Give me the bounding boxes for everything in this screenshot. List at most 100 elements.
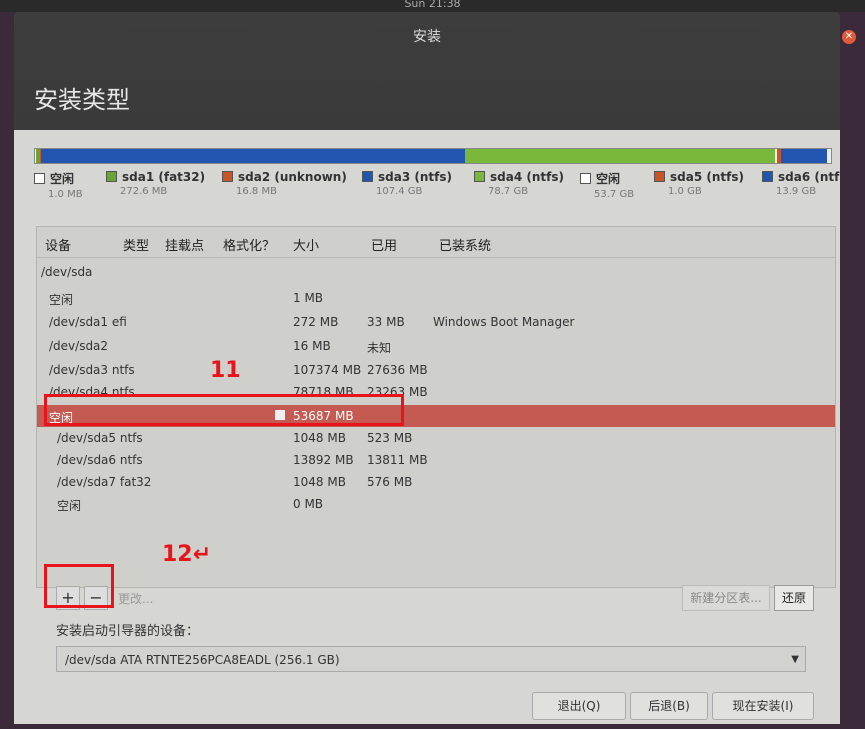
legend-size: 107.4 GB: [376, 186, 423, 197]
annotation-label-12: 12↵: [162, 542, 212, 567]
cell-used: 13811 MB: [367, 453, 428, 467]
new-partition-table-button[interactable]: 新建分区表...: [682, 585, 770, 611]
cell-device-name: /dev/sda1: [49, 315, 109, 329]
legend-size: 53.7 GB: [594, 189, 635, 200]
header-system[interactable]: 已装系统: [439, 235, 491, 254]
cell-size: 0 MB: [293, 497, 324, 511]
cell-type: ntfs: [119, 453, 143, 467]
legend-item: sda6 (ntf 13.9 GB: [762, 170, 839, 197]
chevron-down-icon: ▼: [791, 654, 799, 665]
cell-type: ntfs: [111, 363, 135, 377]
disk-usage-bar: [34, 148, 832, 164]
cell-used: 未知: [367, 341, 392, 355]
table-row[interactable]: /dev/sda1 efi 272 MB 33 MB Windows Boot Man…: [37, 311, 835, 333]
table-row[interactable]: 空闲 1 MB: [37, 287, 835, 309]
revert-button[interactable]: 还原: [774, 585, 814, 611]
legend-item: sda2 (unknown) 16.8 MB: [222, 170, 347, 197]
boot-device-select[interactable]: /dev/sda ATA RTNTE256PCA8EADL (256.1 GB)…: [56, 646, 806, 672]
annotation-label-11: 11: [210, 358, 241, 383]
partition-legend: 空闲 1.0 MB sda1 (fat32) 272.6 MB sda2 (unknow…: [34, 170, 840, 206]
legend-swatch: [362, 171, 373, 182]
cell-device: /dev/sda: [41, 265, 92, 279]
table-row[interactable]: /dev/sda6 ntfs 13892 MB 13811 MB: [37, 449, 835, 471]
cell-device-name: /dev/sda5: [57, 431, 117, 445]
back-button[interactable]: 后退(B): [630, 692, 708, 720]
table-row[interactable]: /dev/sda7 fat32 1048 MB 576 MB: [37, 471, 835, 493]
cell-device-name: /dev/sda: [41, 265, 93, 279]
header-format[interactable]: 格式化？: [223, 235, 275, 254]
header-used[interactable]: 已用: [371, 235, 397, 254]
legend-label: sda1 (fat32): [122, 170, 206, 184]
legend-item: sda1 (fat32) 272.6 MB: [106, 170, 205, 197]
header-mount[interactable]: 挂载点: [165, 235, 204, 254]
window-title: 安装: [413, 29, 441, 45]
partition-panel: 空闲 1.0 MB sda1 (fat32) 272.6 MB sda2 (unknow…: [14, 130, 840, 724]
legend-label: sda2 (unknown): [238, 170, 347, 184]
cell-device-name: /dev/sda2: [49, 339, 109, 353]
legend-swatch: [222, 171, 233, 182]
annotation-box-12: [44, 564, 114, 608]
legend-size: 1.0 MB: [48, 189, 83, 200]
legend-size: 272.6 MB: [120, 186, 168, 197]
clock[interactable]: Sun 21:38: [404, 0, 460, 10]
boot-device-value: /dev/sda ATA RTNTE256PCA8EADL (256.1 GB): [65, 653, 340, 667]
legend-label: sda5 (ntfs): [670, 170, 744, 184]
header-device[interactable]: 设备: [45, 235, 71, 254]
cell-size: 107374 MB: [293, 363, 362, 377]
legend-label: sda4 (ntfs): [490, 170, 564, 184]
table-row[interactable]: 空闲 0 MB: [37, 493, 835, 515]
legend-item: sda5 (ntfs) 1.0 GB: [654, 170, 744, 197]
legend-swatch: [654, 171, 665, 182]
header-size[interactable]: 大小: [293, 235, 319, 254]
cell-used: 33 MB: [367, 315, 405, 329]
close-icon[interactable]: ✕: [842, 30, 856, 44]
cell-type: efi: [111, 315, 127, 329]
install-now-button[interactable]: 现在安装(I): [712, 692, 814, 720]
cell-used: 27636 MB: [367, 363, 428, 377]
cell-device-name: 空闲: [57, 499, 82, 513]
cell-device-name: /dev/sda7: [57, 475, 117, 489]
disk-segment: [465, 149, 775, 163]
cell-device: /dev/sda5 ntfs: [57, 431, 143, 445]
title-bar: 安装: [14, 12, 840, 52]
legend-label: 空闲: [50, 172, 75, 186]
cell-device-name: /dev/sda6: [57, 453, 117, 467]
table-row[interactable]: /dev/sda2 16 MB 未知: [37, 335, 835, 357]
page-title: 安装类型: [34, 86, 130, 114]
legend-item: sda4 (ntfs) 78.7 GB: [474, 170, 564, 197]
table-header: 设备 类型 挂载点 格式化？ 大小 已用 已装系统: [37, 227, 835, 258]
table-row[interactable]: /dev/sda: [37, 261, 835, 283]
legend-item: 空闲 1.0 MB: [34, 170, 83, 200]
legend-label: sda6 (ntf: [778, 170, 840, 184]
table-row[interactable]: /dev/sda3 ntfs 107374 MB 27636 MB: [37, 359, 835, 381]
cell-size: 16 MB: [293, 339, 331, 353]
cell-size: 1048 MB: [293, 475, 346, 489]
disk-segment: [41, 149, 465, 163]
cell-device: /dev/sda6 ntfs: [57, 453, 143, 467]
disk-segment: [781, 149, 827, 163]
top-panel: Sun 21:38: [0, 0, 865, 12]
cell-used: 576 MB: [367, 475, 413, 489]
installer-window: 安装 安装类型 空闲 1.0 MB sda1 (fat32) 272.6 MB sda2…: [14, 12, 840, 724]
quit-button[interactable]: 退出(Q): [532, 692, 626, 720]
legend-size: 16.8 MB: [236, 186, 277, 197]
cell-size: 1048 MB: [293, 431, 346, 445]
legend-item: 空闲 53.7 GB: [580, 170, 634, 200]
legend-label: 空闲: [596, 172, 621, 186]
cell-device-name: 空闲: [49, 293, 74, 307]
cell-type: ntfs: [119, 431, 143, 445]
cell-size: 13892 MB: [293, 453, 354, 467]
cell-type: fat32: [119, 475, 152, 489]
change-partition-button[interactable]: 更改...: [118, 590, 153, 607]
table-row[interactable]: /dev/sda5 ntfs 1048 MB 523 MB: [37, 427, 835, 449]
header-type[interactable]: 类型: [123, 235, 149, 254]
cell-device-name: /dev/sda3: [49, 363, 109, 377]
legend-size: 13.9 GB: [776, 186, 817, 197]
cell-device: /dev/sda7 fat32: [57, 475, 151, 489]
legend-label: sda3 (ntfs): [378, 170, 452, 184]
cell-device: /dev/sda1 efi: [49, 315, 127, 329]
boot-device-label: 安装启动引导器的设备：: [56, 624, 200, 639]
cell-device: 空闲: [49, 291, 73, 308]
cell-device: 空闲: [57, 497, 81, 514]
legend-size: 1.0 GB: [668, 186, 702, 197]
